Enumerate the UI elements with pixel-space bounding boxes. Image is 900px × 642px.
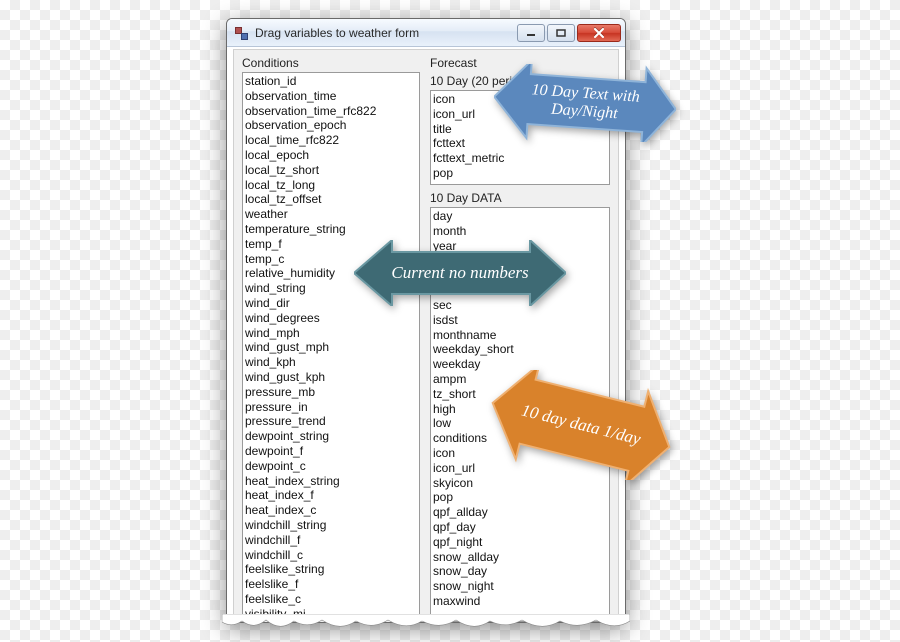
conditions-listbox[interactable]: station_idobservation_timeobservation_ti… <box>242 72 420 619</box>
list-item[interactable]: pressure_in <box>245 400 417 415</box>
list-item[interactable]: heat_index_c <box>245 503 417 518</box>
list-item[interactable]: observation_epoch <box>245 118 417 133</box>
list-item[interactable]: pop <box>433 166 607 181</box>
list-item[interactable]: snow_allday <box>433 550 607 565</box>
conditions-label: Conditions <box>242 56 420 70</box>
list-item[interactable]: heat_index_f <box>245 488 417 503</box>
list-item[interactable]: station_id <box>245 74 417 89</box>
list-item[interactable]: dewpoint_c <box>245 459 417 474</box>
titlebar[interactable]: Drag variables to weather form <box>227 19 625 47</box>
list-item[interactable]: day <box>433 209 607 224</box>
list-item[interactable]: local_tz_short <box>245 163 417 178</box>
callout-blue: 10 Day Text with Day/Night <box>494 64 676 142</box>
list-item[interactable]: wind_kph <box>245 355 417 370</box>
list-item[interactable]: snow_day <box>433 564 607 579</box>
list-item[interactable]: visibility_mi <box>245 607 417 619</box>
list-item[interactable]: wind_mph <box>245 326 417 341</box>
close-button[interactable] <box>577 24 621 42</box>
window-buttons <box>515 24 621 42</box>
list-item[interactable]: windchill_string <box>245 518 417 533</box>
data10-label: 10 Day DATA <box>430 191 610 205</box>
list-item[interactable]: temperature_string <box>245 222 417 237</box>
list-item[interactable]: pressure_trend <box>245 414 417 429</box>
minimize-button[interactable] <box>517 24 545 42</box>
list-item[interactable]: dewpoint_string <box>245 429 417 444</box>
list-item[interactable]: heat_index_string <box>245 474 417 489</box>
list-item[interactable]: local_time_rfc822 <box>245 133 417 148</box>
window-title: Drag variables to weather form <box>255 26 515 40</box>
list-item[interactable]: fcttext_metric <box>433 151 607 166</box>
list-item[interactable]: windchill_f <box>245 533 417 548</box>
list-item[interactable]: pop <box>433 490 607 505</box>
callout-blue-text: 10 Day Text with Day/Night <box>511 80 659 127</box>
list-item[interactable]: observation_time_rfc822 <box>245 104 417 119</box>
list-item[interactable]: feelslike_f <box>245 577 417 592</box>
callout-teal-text: Current no numbers <box>391 263 528 283</box>
list-item[interactable]: qpf_day <box>433 520 607 535</box>
list-item[interactable]: wind_gust_kph <box>245 370 417 385</box>
list-item[interactable]: feelslike_c <box>245 592 417 607</box>
list-item[interactable]: dewpoint_f <box>245 444 417 459</box>
list-item[interactable]: weather <box>245 207 417 222</box>
maximize-button[interactable] <box>547 24 575 42</box>
list-item[interactable]: observation_time <box>245 89 417 104</box>
list-item[interactable]: pressure_mb <box>245 385 417 400</box>
callout-orange-text: 10 day data 1/day <box>519 401 642 450</box>
list-item[interactable]: windchill_c <box>245 548 417 563</box>
list-item[interactable]: feelslike_string <box>245 562 417 577</box>
callout-orange: 10 day data 1/day <box>490 370 672 480</box>
list-item[interactable]: snow_night <box>433 579 607 594</box>
list-item[interactable]: local_epoch <box>245 148 417 163</box>
list-item[interactable]: wind_degrees <box>245 311 417 326</box>
list-item[interactable]: local_tz_long <box>245 178 417 193</box>
conditions-column: Conditions station_idobservation_timeobs… <box>242 56 420 622</box>
list-item[interactable]: qpf_allday <box>433 505 607 520</box>
app-icon <box>233 25 249 41</box>
list-item[interactable]: local_tz_offset <box>245 192 417 207</box>
list-item[interactable]: monthname <box>433 328 607 343</box>
list-item[interactable]: qpf_night <box>433 535 607 550</box>
list-item[interactable]: isdst <box>433 313 607 328</box>
list-item[interactable]: wind_gust_mph <box>245 340 417 355</box>
callout-teal: Current no numbers <box>354 240 566 306</box>
list-item[interactable]: month <box>433 224 607 239</box>
list-item[interactable]: maxwind <box>433 594 607 609</box>
